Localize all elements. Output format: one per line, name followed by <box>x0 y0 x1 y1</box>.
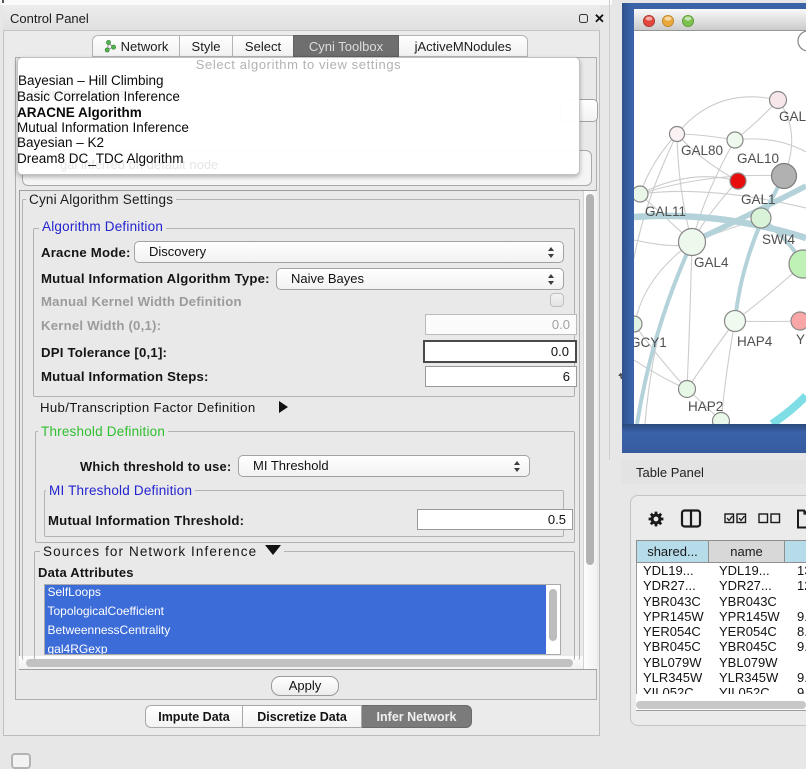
svg-text:HAP4: HAP4 <box>737 334 773 349</box>
svg-text:Y: Y <box>796 332 805 347</box>
svg-text:GAL: GAL <box>779 109 806 124</box>
svg-text:GAL11: GAL11 <box>645 204 686 219</box>
svg-text:GCY1: GCY1 <box>634 335 667 350</box>
svg-text:SWI4: SWI4 <box>762 232 795 247</box>
svg-text:GAL10: GAL10 <box>737 151 779 166</box>
svg-text:GAL4: GAL4 <box>694 255 729 270</box>
svg-text:GAL80: GAL80 <box>681 143 723 158</box>
svg-text:GAL1: GAL1 <box>741 192 776 207</box>
svg-text:HAP2: HAP2 <box>688 399 723 414</box>
